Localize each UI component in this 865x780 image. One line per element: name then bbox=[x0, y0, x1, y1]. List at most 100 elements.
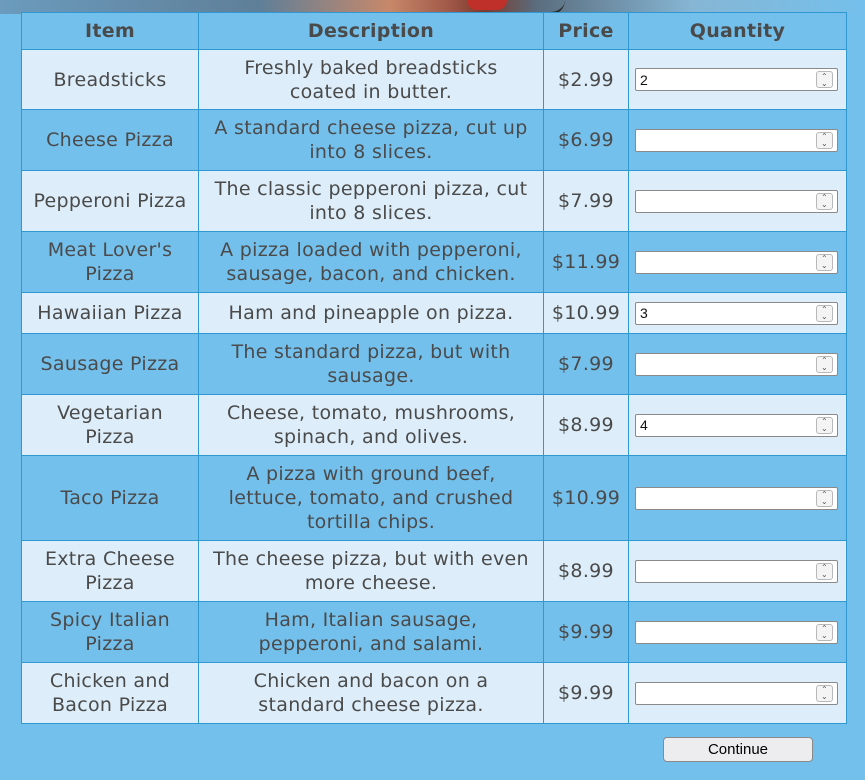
up-down-chevron-icon[interactable]: ⌃ ⌄ bbox=[816, 684, 833, 702]
chevron-down-icon[interactable]: ⌄ bbox=[821, 201, 828, 209]
item-name-cell: Cheese Pizza bbox=[21, 109, 199, 171]
chevron-down-icon[interactable]: ⌄ bbox=[821, 571, 828, 579]
continue-button[interactable]: Continue bbox=[663, 737, 813, 762]
up-down-chevron-icon[interactable]: ⌃ ⌄ bbox=[816, 304, 833, 322]
item-description-cell: The standard pizza, but with sausage. bbox=[198, 333, 544, 395]
item-description: The classic pepperoni pizza, cut bbox=[214, 178, 528, 200]
item-description: A pizza with ground beef, bbox=[246, 463, 496, 485]
quantity-stepper[interactable]: ⌃⌄ bbox=[635, 250, 838, 274]
item-name-cell: Vegetarian Pizza bbox=[21, 394, 199, 456]
up-down-chevron-icon[interactable]: ⌃ ⌄ bbox=[816, 416, 833, 434]
item-description: The cheese pizza, but with even bbox=[213, 548, 529, 570]
quantity-cell: ⌃⌄ bbox=[628, 292, 847, 334]
item-name-cell: Hawaiian Pizza bbox=[21, 292, 199, 334]
item-name-cell: Spicy Italian Pizza bbox=[21, 601, 199, 663]
item-price: $2.99 bbox=[543, 49, 629, 110]
quantity-cell: ⌃⌄ bbox=[628, 601, 847, 663]
chevron-down-icon[interactable]: ⌄ bbox=[821, 262, 828, 270]
quantity-cell: ⌃⌄ bbox=[628, 109, 847, 171]
up-down-chevron-icon[interactable]: ⌃ ⌄ bbox=[816, 253, 833, 271]
table-row: Chicken and Bacon Pizza Chicken and bacon … bbox=[21, 662, 847, 724]
quantity-stepper[interactable]: ⌃⌄ bbox=[635, 301, 838, 325]
quantity-stepper[interactable]: ⌃⌄ bbox=[635, 413, 838, 437]
item-description: coated in butter. bbox=[289, 80, 453, 103]
item-price: $10.99 bbox=[543, 292, 629, 334]
table-row: Extra Cheese Pizza The cheese pizza, but w… bbox=[21, 540, 847, 602]
chevron-down-icon[interactable]: ⌄ bbox=[821, 425, 828, 433]
item-name-cell: Chicken and Bacon Pizza bbox=[21, 662, 199, 724]
quantity-input[interactable] bbox=[636, 303, 810, 323]
quantity-stepper[interactable]: ⌃⌄ bbox=[635, 128, 838, 152]
table-header-row: Item Description Price Quantity bbox=[21, 12, 847, 50]
item-price: $8.99 bbox=[543, 394, 629, 456]
item-name-cell: Pepperoni Pizza bbox=[21, 170, 199, 232]
quantity-input[interactable] bbox=[636, 561, 810, 581]
up-down-chevron-icon[interactable]: ⌃ ⌄ bbox=[816, 623, 833, 641]
item-description: into 8 slices. bbox=[309, 202, 433, 224]
up-down-chevron-icon[interactable]: ⌃ ⌄ bbox=[816, 71, 833, 88]
quantity-stepper[interactable]: ⌃⌄ bbox=[635, 68, 838, 91]
up-down-chevron-icon[interactable]: ⌃ ⌄ bbox=[816, 355, 833, 373]
header-quantity: Quantity bbox=[628, 12, 847, 50]
quantity-input[interactable] bbox=[636, 354, 810, 374]
quantity-input[interactable] bbox=[636, 488, 810, 508]
quantity-cell: ⌃⌄ bbox=[628, 455, 847, 541]
quantity-input[interactable] bbox=[636, 130, 810, 150]
quantity-cell: ⌃⌄ bbox=[628, 170, 847, 232]
item-name: Breadsticks bbox=[53, 68, 167, 91]
quantity-cell: ⌃⌄ bbox=[628, 333, 847, 395]
item-description: sausage, bacon, and chicken. bbox=[226, 263, 516, 285]
up-down-chevron-icon[interactable]: ⌃ ⌄ bbox=[816, 489, 833, 507]
item-description: lettuce, tomato, and crushed bbox=[228, 487, 514, 509]
item-name: Pizza bbox=[85, 572, 135, 594]
quantity-stepper[interactable]: ⌃⌄ bbox=[635, 486, 838, 510]
item-description-cell: Freshly baked breadsticks coated in butte… bbox=[198, 49, 544, 110]
item-price: $9.99 bbox=[543, 601, 629, 663]
chevron-down-icon[interactable]: ⌄ bbox=[821, 498, 828, 506]
table-row: Sausage Pizza The standard pizza, but wit… bbox=[21, 333, 847, 395]
item-name: Bacon Pizza bbox=[51, 694, 169, 716]
item-description: spinach, and olives. bbox=[273, 426, 469, 448]
item-description: standard cheese pizza. bbox=[258, 694, 484, 716]
item-description-cell: The classic pepperoni pizza, cut into 8 s… bbox=[198, 170, 544, 232]
item-description: pepperoni, and salami. bbox=[258, 633, 484, 655]
up-down-chevron-icon[interactable]: ⌃ ⌄ bbox=[816, 562, 833, 580]
item-price: $6.99 bbox=[543, 109, 629, 171]
quantity-stepper[interactable]: ⌃⌄ bbox=[635, 352, 838, 376]
quantity-input[interactable] bbox=[636, 415, 810, 435]
quantity-cell: ⌃⌄ bbox=[628, 231, 847, 293]
item-name: Vegetarian bbox=[57, 402, 163, 424]
item-description: A standard cheese pizza, cut up bbox=[214, 117, 528, 139]
item-description: Freshly baked breadsticks bbox=[244, 56, 498, 79]
chevron-down-icon[interactable]: ⌄ bbox=[821, 313, 828, 321]
quantity-input[interactable] bbox=[636, 252, 810, 272]
chevron-down-icon[interactable]: ⌄ bbox=[821, 364, 828, 372]
up-down-chevron-icon[interactable]: ⌃ ⌄ bbox=[816, 131, 833, 149]
quantity-stepper[interactable]: ⌃⌄ bbox=[635, 681, 838, 705]
up-down-chevron-icon[interactable]: ⌃ ⌄ bbox=[816, 192, 833, 210]
item-description-cell: A pizza loaded with pepperoni, sausage, b… bbox=[198, 231, 544, 293]
quantity-input[interactable] bbox=[636, 191, 810, 211]
item-description-cell: Ham, Italian sausage, pepperoni, and sala… bbox=[198, 601, 544, 663]
chevron-down-icon[interactable]: ⌄ bbox=[821, 140, 828, 148]
table-row: Meat Lover's Pizza A pizza loaded with pep… bbox=[21, 231, 847, 293]
item-description-cell: Cheese, tomato, mushrooms, spinach, and o… bbox=[198, 394, 544, 456]
table-row: Breadsticks Freshly baked breadsticks coat… bbox=[21, 49, 847, 110]
quantity-cell: ⌃⌄ bbox=[628, 662, 847, 724]
quantity-input[interactable] bbox=[636, 683, 810, 703]
chevron-down-icon[interactable]: ⌄ bbox=[821, 632, 828, 640]
quantity-stepper[interactable]: ⌃⌄ bbox=[635, 620, 838, 644]
quantity-input[interactable] bbox=[636, 622, 810, 642]
table-row: Pepperoni Pizza The classic pepperoni piz… bbox=[21, 170, 847, 232]
table-row: Cheese Pizza A standard cheese pizza, cut… bbox=[21, 109, 847, 171]
item-name-cell: Taco Pizza bbox=[21, 455, 199, 541]
quantity-stepper[interactable]: ⌃⌄ bbox=[635, 559, 838, 583]
item-name-cell: Breadsticks bbox=[21, 49, 199, 110]
table-row: Spicy Italian Pizza Ham, Italian sausage, p… bbox=[21, 601, 847, 663]
item-name: Cheese Pizza bbox=[46, 129, 174, 151]
chevron-down-icon[interactable]: ⌄ bbox=[821, 693, 828, 701]
quantity-stepper[interactable]: ⌃⌄ bbox=[635, 189, 838, 213]
quantity-cell: ⌃⌄ bbox=[628, 540, 847, 602]
chevron-down-icon[interactable]: ⌄ bbox=[821, 79, 828, 87]
quantity-input[interactable] bbox=[636, 70, 810, 89]
